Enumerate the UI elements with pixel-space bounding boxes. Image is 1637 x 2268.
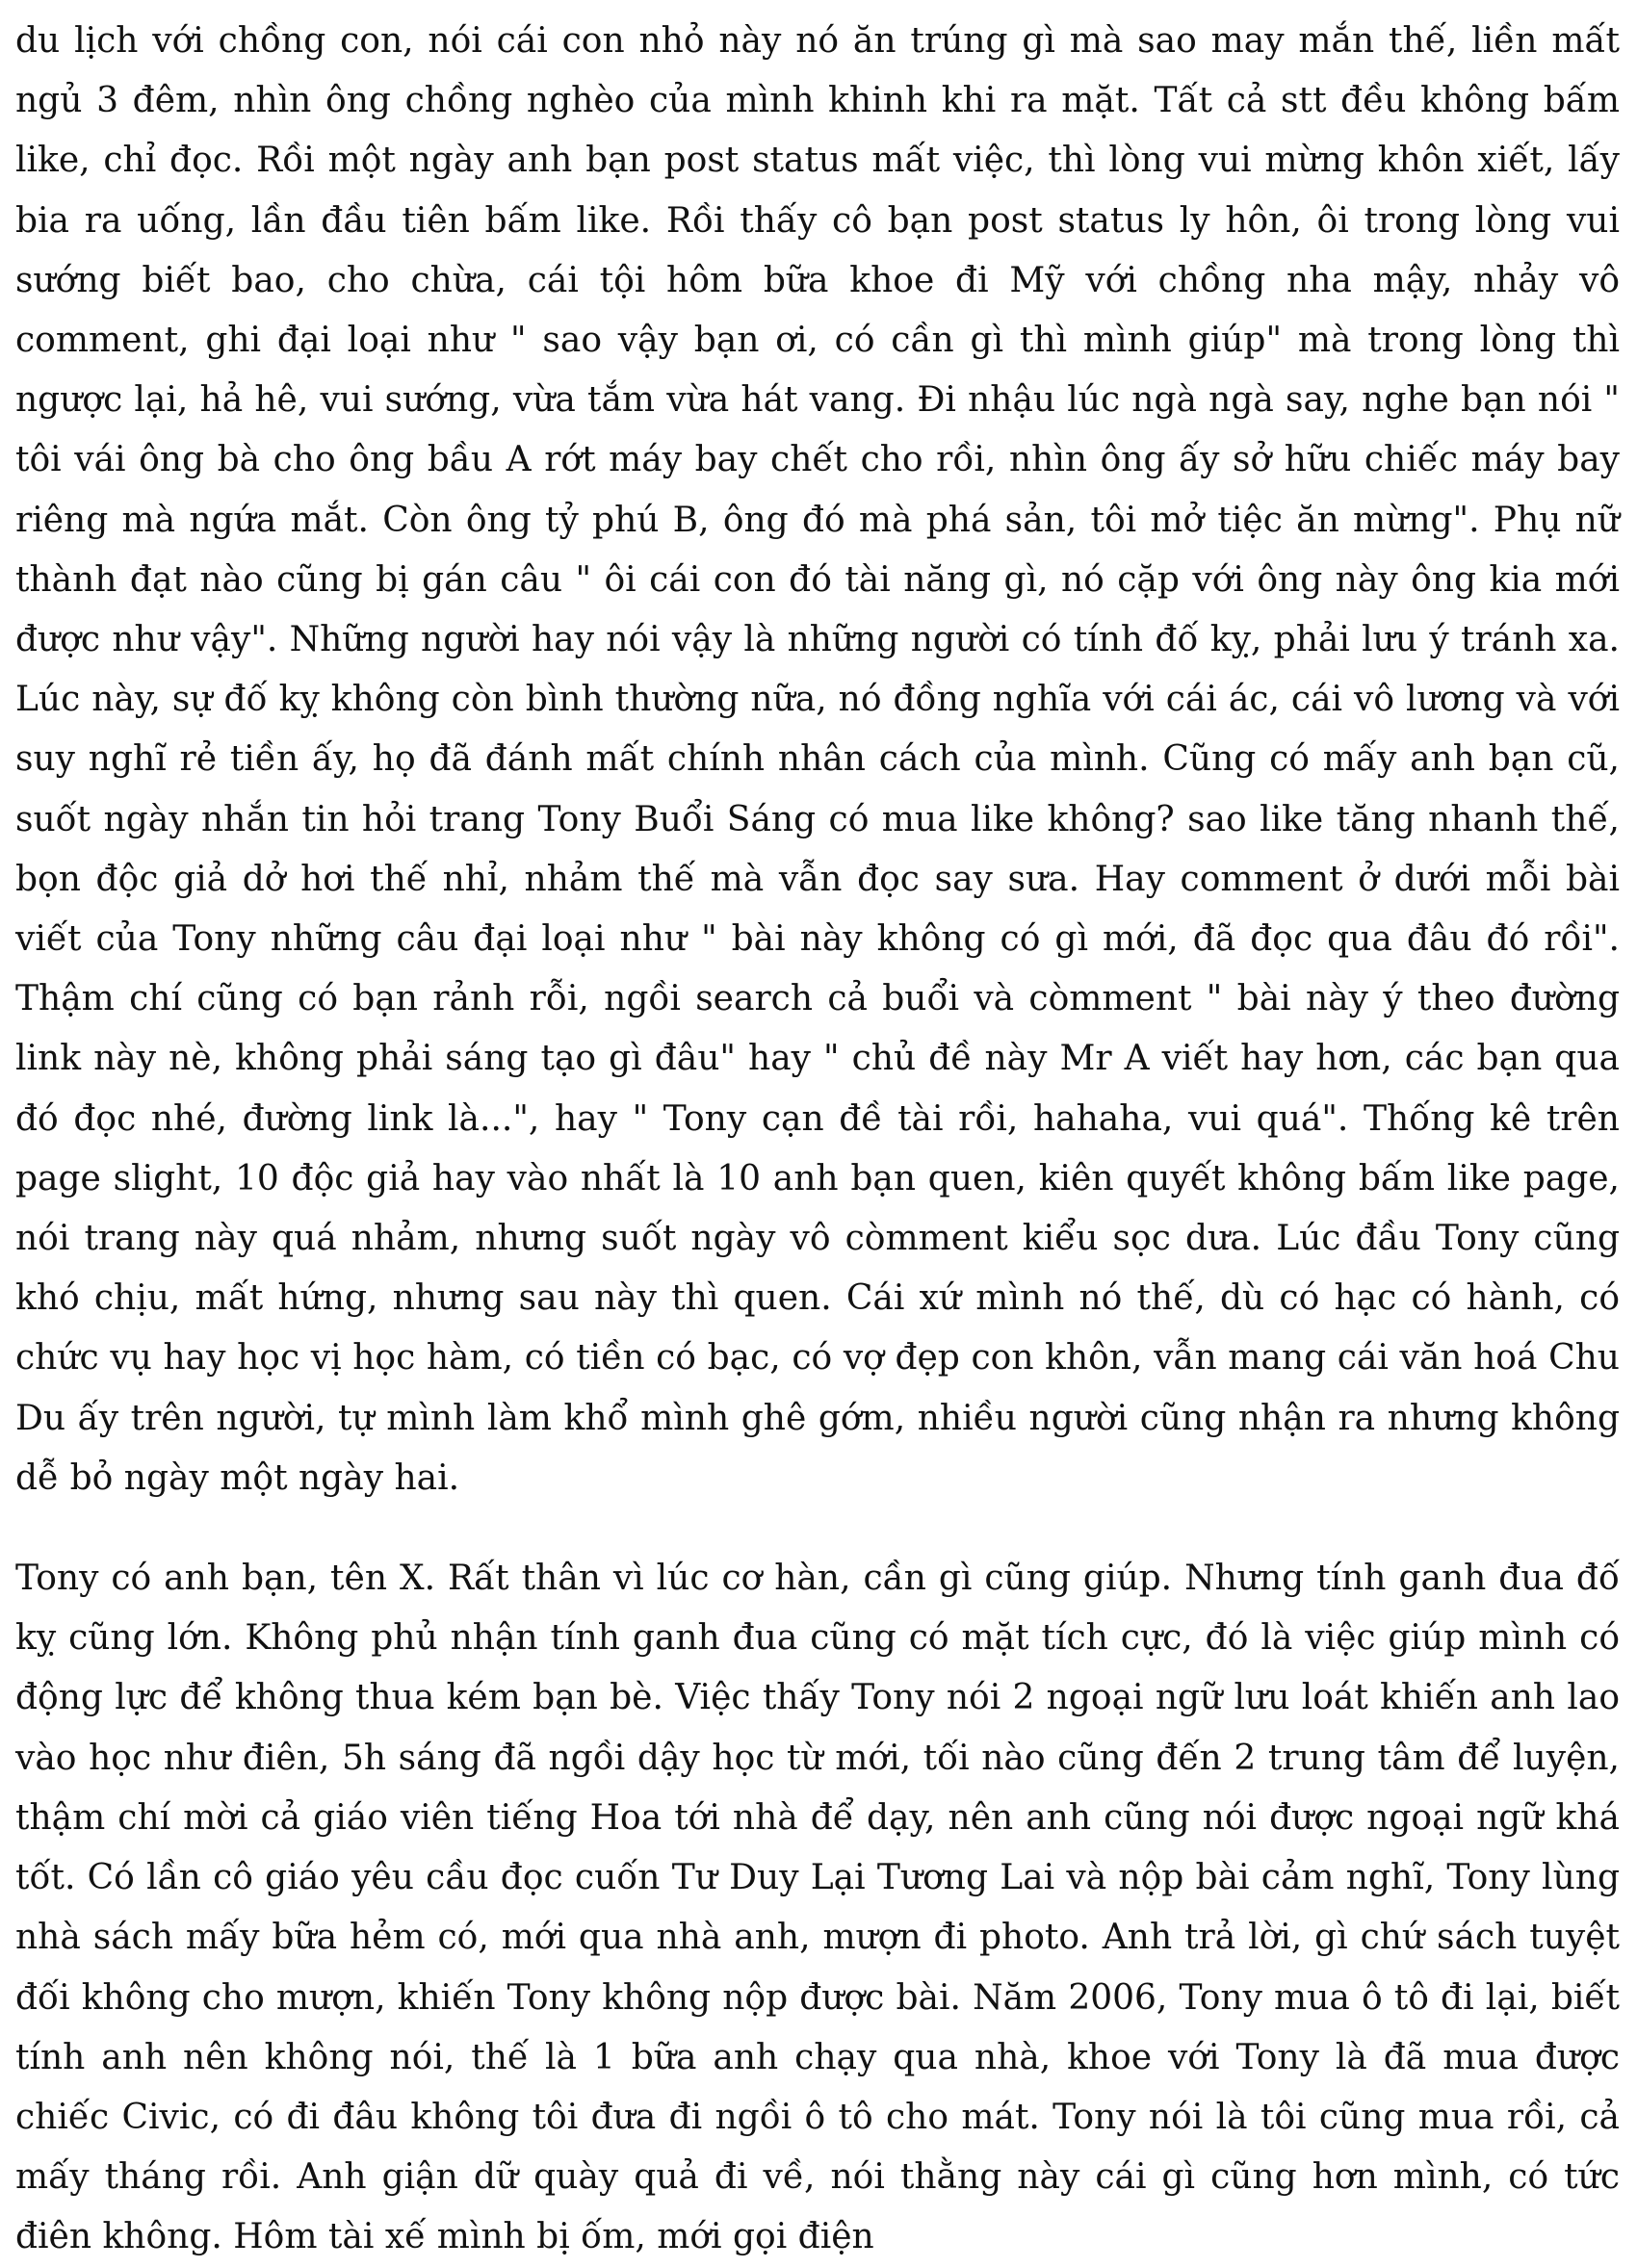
paragraph-2: Tony có anh bạn, tên X. Rất thân vì lúc … (15, 1559, 1620, 2257)
document-page: du lịch với chồng con, nói cái con nhỏ n… (15, 12, 1620, 2268)
paragraph-1: du lịch với chồng con, nói cái con nhỏ n… (15, 21, 1620, 1498)
